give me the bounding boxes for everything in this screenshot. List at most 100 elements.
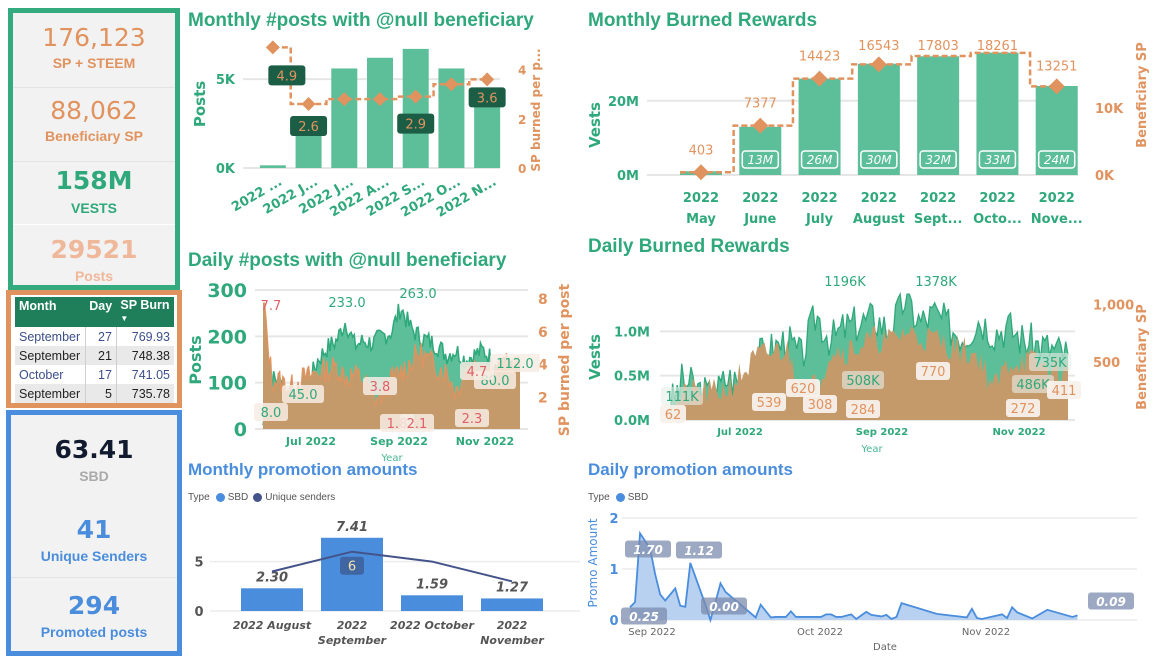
top-days-table: Month Day SP Burn ▼ September 27 769.93 Sep… <box>15 297 174 403</box>
divider <box>13 224 175 225</box>
data-label: 620 <box>791 382 816 397</box>
y2-axis-title: SP burned per p... <box>529 48 543 171</box>
bar <box>367 57 393 168</box>
y-tick-label: 1 <box>609 563 618 578</box>
x-tick-label: 2022 <box>920 191 956 206</box>
divider <box>13 87 175 88</box>
data-label: 1.70 <box>633 543 663 557</box>
data-label: 111K <box>665 390 699 405</box>
kpi-vests: 158M VESTS <box>13 166 175 216</box>
top-days-table-card: Month Day SP Burn ▼ September 27 769.93 Sep… <box>6 290 182 408</box>
data-label: 45.0 <box>289 388 318 403</box>
bar <box>401 595 463 611</box>
data-label: 2.9 <box>405 118 426 133</box>
x-tick-label: 2022 October <box>390 619 474 632</box>
data-label: 735K <box>1033 356 1067 371</box>
cell-sp-burn: 769.93 <box>116 327 174 346</box>
table-row[interactable]: September 5 735.78 <box>15 384 174 403</box>
x-tick-label: 2022 <box>742 191 778 206</box>
data-label: 16543 <box>858 39 899 54</box>
table-row[interactable]: September 27 769.93 <box>15 327 174 346</box>
x-tick-label: Nov 2022 <box>456 435 514 448</box>
data-label: 1.12 <box>684 544 714 558</box>
y-tick-label: 0M <box>617 169 639 184</box>
y2-tick-label: 0K <box>1095 169 1115 184</box>
y2-tick-label: 4 <box>518 64 526 78</box>
x-axis-title: Date <box>873 642 897 653</box>
data-label: 2.6 <box>298 120 319 135</box>
x-tick-label: Sep 2022 <box>628 627 675 638</box>
legend-title: Type <box>588 492 610 503</box>
y-axis-title: Posts <box>191 81 209 127</box>
bar-label: 2.30 <box>256 570 288 585</box>
legend-item-sbd[interactable]: SBD <box>628 492 649 503</box>
series-line-unique-senders <box>271 550 513 583</box>
table-row[interactable]: September 21 748.38 <box>15 346 174 365</box>
y2-axis-title: SP burned per post <box>557 283 573 436</box>
y-tick-label: 0 <box>609 614 618 629</box>
data-label: 17803 <box>917 39 958 54</box>
data-label: 508K <box>846 374 880 389</box>
y-axis-title: Promo Amount <box>586 518 600 607</box>
chart-daily-promo[interactable]: 0 1 2 Promo Amount 0.25 1.70 1.12 0.00 0.09 Sep 2… <box>580 505 1159 665</box>
bar-label: 1.27 <box>496 580 529 595</box>
x-tick-label: Octo... <box>973 212 1022 227</box>
x-axis-title: Year <box>860 444 883 455</box>
y-tick-label: 0.5M <box>614 370 650 385</box>
legend-monthly-promo: Type SBD Unique senders <box>188 492 335 503</box>
y-tick-label: 5K <box>216 73 236 88</box>
y2-axis-title: Beneficiary SP <box>1135 304 1150 410</box>
chart-daily-posts[interactable]: 01002003002468Posts SP burned per post8.0… <box>185 272 580 467</box>
y-tick-label: 100 <box>207 373 247 395</box>
bar <box>481 598 543 611</box>
kpi-value: 29521 <box>50 235 138 264</box>
cell-month: October <box>15 365 86 384</box>
y-tick-label: 2 <box>609 512 618 527</box>
y2-tick-label: 10K <box>1095 102 1124 117</box>
data-label: 2.3 <box>462 412 483 427</box>
data-label: 233.0 <box>328 296 365 311</box>
divider <box>13 161 175 162</box>
table-row[interactable]: October 17 741.05 <box>15 365 174 384</box>
x-tick-label: May <box>686 212 716 227</box>
data-label: 284 <box>851 403 876 418</box>
legend-item-unique-senders[interactable]: Unique senders <box>265 492 335 503</box>
cell-day: 27 <box>85 327 117 346</box>
kpi-unique-senders: 41 Unique Senders <box>11 515 177 564</box>
kpi-value: 88,062 <box>50 96 138 125</box>
sort-desc-icon[interactable]: ▼ <box>120 314 128 323</box>
data-label: 62 <box>665 408 682 423</box>
y2-tick-label: 6 <box>538 325 548 341</box>
divider <box>11 577 177 578</box>
chart-monthly-promo[interactable]: 0 5 2.30 7.41 1.59 1.27 6 2022 August 2022 Septem… <box>185 505 580 665</box>
data-label: 308 <box>808 398 833 413</box>
bar-label: 26M <box>807 153 833 167</box>
y-tick-label: 0 <box>234 419 247 441</box>
kpi-label: Promoted posts <box>40 624 148 640</box>
chart-daily-burned[interactable]: 0.0M 0.5M 1.0M 500 1,000 Vests Beneficiary SP 1… <box>580 262 1159 462</box>
data-label: 403 <box>689 143 714 158</box>
column-header-sp-burn[interactable]: SP Burn ▼ <box>116 297 174 327</box>
chart-monthly-burned[interactable]: 0M 20M 0K 10K Vests Beneficiary SP 13M 26M 30M 32… <box>580 35 1159 235</box>
chart-monthly-posts[interactable]: 0K 5K 0 2 4 Posts SP burned per p... 4.9 2.6 2.9 3… <box>185 35 555 235</box>
column-header-day[interactable]: Day <box>85 297 117 327</box>
bar-label: 24M <box>1044 153 1070 167</box>
bar-label: 13M <box>747 153 773 167</box>
kpi-value: 294 <box>67 591 121 620</box>
y2-tick-label: 0 <box>518 162 526 176</box>
cell-sp-burn: 748.38 <box>116 346 174 365</box>
data-label: 411 <box>1052 384 1077 399</box>
chart-title-daily-burned: Daily Burned Rewards <box>588 236 790 257</box>
data-label: 18261 <box>977 39 1018 54</box>
data-label: 2.1 <box>407 417 428 432</box>
cell-month: September <box>15 346 86 365</box>
data-label: 13251 <box>1036 59 1077 74</box>
kpi-value: 41 <box>76 515 112 544</box>
data-label: 4.9 <box>277 69 298 84</box>
data-label: 14423 <box>799 50 840 65</box>
chart-title-daily-promo: Daily promotion amounts <box>588 460 793 479</box>
y2-tick-label: 2 <box>538 390 548 406</box>
column-header-month[interactable]: Month <box>15 297 86 327</box>
bar-label: 1.59 <box>416 577 448 592</box>
legend-item-sbd[interactable]: SBD <box>228 492 249 503</box>
